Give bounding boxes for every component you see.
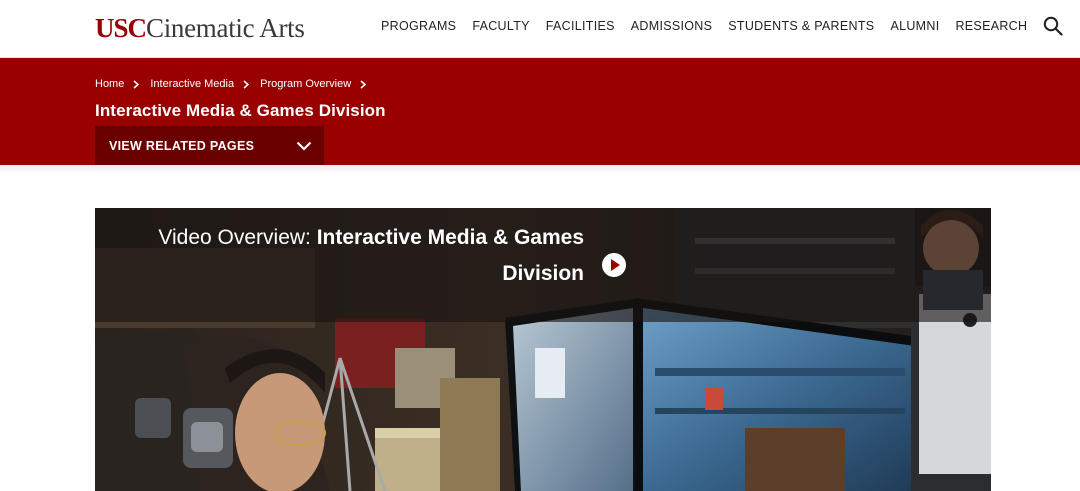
banner-shadow xyxy=(0,165,1080,173)
nav-students-parents[interactable]: STUDENTS & PARENTS xyxy=(728,17,874,35)
nav-admissions[interactable]: ADMISSIONS xyxy=(631,17,713,35)
play-icon[interactable] xyxy=(602,253,626,277)
nav-alumni[interactable]: ALUMNI xyxy=(890,17,939,35)
video-title-prefix: Video Overview: xyxy=(158,226,317,249)
view-related-pages-button[interactable]: VIEW RELATED PAGES xyxy=(95,126,324,165)
search-icon[interactable] xyxy=(1043,16,1063,36)
page-banner: Home Interactive Media Program Overview … xyxy=(0,58,1080,165)
usc-cinematic-arts-logo[interactable]: USCCinematic Arts xyxy=(95,12,305,44)
video-title-main: Interactive Media & Games Division xyxy=(316,226,584,285)
chevron-right-icon xyxy=(360,79,367,89)
video-overview-player[interactable]: Video Overview: Interactive Media & Game… xyxy=(95,208,991,491)
video-title: Video Overview: Interactive Media & Game… xyxy=(154,220,584,292)
breadcrumb-home[interactable]: Home xyxy=(95,78,124,90)
nav-programs[interactable]: PROGRAMS xyxy=(381,17,456,35)
logo-usc: USC xyxy=(95,13,147,43)
logo-cinematic-arts: Cinematic Arts xyxy=(146,13,305,43)
nav-facilities[interactable]: FACILITIES xyxy=(546,17,615,35)
chevron-down-icon xyxy=(296,141,312,151)
nav-research[interactable]: RESEARCH xyxy=(955,17,1027,35)
view-related-pages-label: VIEW RELATED PAGES xyxy=(109,138,255,153)
breadcrumb: Home Interactive Media Program Overview xyxy=(95,77,377,91)
site-header: USCCinematic Arts PROGRAMS FACULTY FACIL… xyxy=(0,0,1080,58)
main-nav: PROGRAMS FACULTY FACILITIES ADMISSIONS S… xyxy=(381,16,1063,36)
page-title: Interactive Media & Games Division xyxy=(95,101,386,120)
nav-faculty[interactable]: FACULTY xyxy=(472,17,529,35)
chevron-right-icon xyxy=(133,79,140,89)
breadcrumb-interactive-media[interactable]: Interactive Media xyxy=(150,78,234,90)
chevron-right-icon xyxy=(243,79,250,89)
breadcrumb-program-overview[interactable]: Program Overview xyxy=(260,78,351,90)
